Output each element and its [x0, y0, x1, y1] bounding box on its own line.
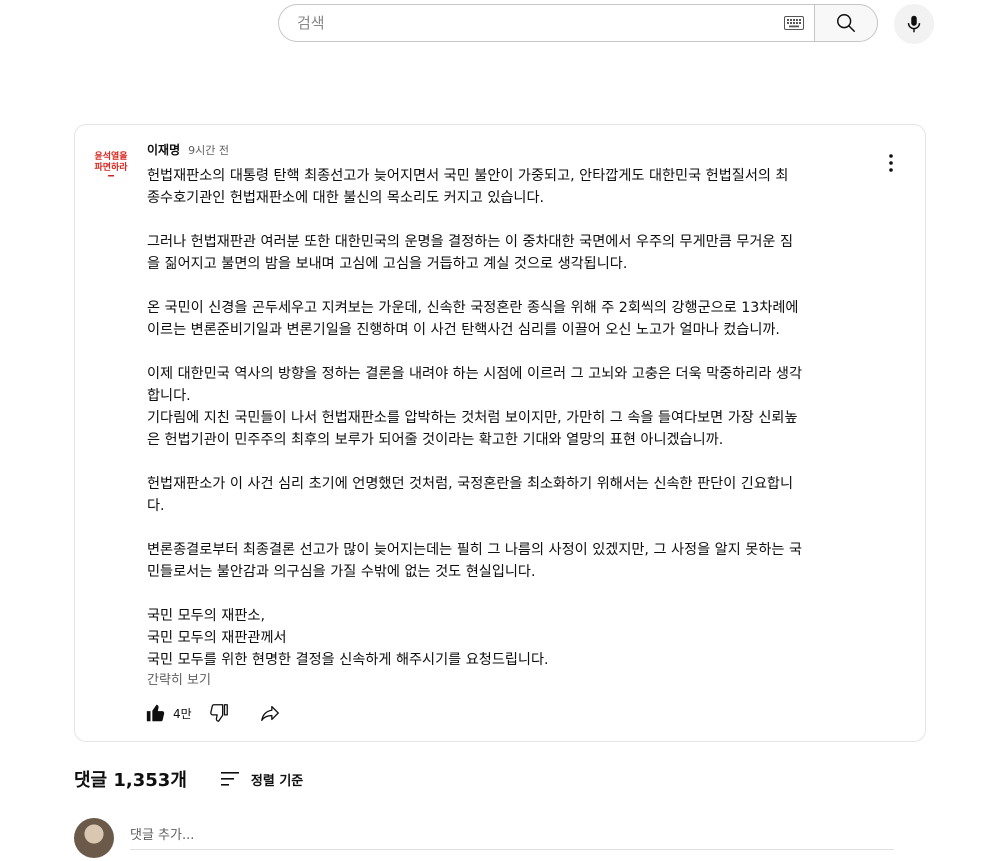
- like-count: 4만: [173, 706, 192, 721]
- post-line: 은 헌법기관이 민주주의 최후의 보루가 되어줄 것이라는 확고한 기대와 열망…: [147, 432, 724, 448]
- post-line: 종수호기관인 헌법재판소에 대한 불신의 목소리도 커지고 있습니다.: [147, 190, 545, 206]
- post-time[interactable]: 9시간 전: [188, 142, 229, 158]
- post-line: 이르는 변론준비기일과 변론기일을 진행하며 이 사건 탄핵사건 심리를 이끌어…: [147, 322, 780, 338]
- comment-input[interactable]: [130, 826, 894, 850]
- search-icon: [837, 14, 855, 32]
- comments-header: 댓글 1,353개 정렬 기준: [74, 766, 303, 792]
- community-post: 윤석열을 파면하라 이재명 9시간 전 헌법재판소의 대통령 탄핵 최종선고가 …: [74, 124, 926, 742]
- post-actions: 4만: [145, 701, 282, 725]
- mic-icon: [907, 15, 921, 33]
- post-line: 헌법재판소가 이 사건 심리 초기에 언명했던 것처럼, 국정혼란을 최소화하기…: [147, 476, 793, 492]
- keyboard-icon[interactable]: [784, 16, 804, 30]
- post-line: 국민 모두를 위한 현명한 결정을 신속하게 해주시기를 요청드립니다.: [147, 652, 549, 668]
- post-line: 국민 모두의 재판소,: [147, 608, 265, 624]
- author-name[interactable]: 이재명: [147, 141, 180, 158]
- show-less-link[interactable]: 간략히 보기: [147, 669, 211, 688]
- search-button[interactable]: [814, 4, 878, 42]
- logo-line-2: 파면하라: [94, 161, 128, 173]
- post-line: 기다림에 지친 국민들이 나서 헌법재판소를 압박하는 것처럼 보이지만, 가만…: [147, 410, 798, 426]
- add-comment-row: [74, 818, 894, 858]
- thumb-down-icon[interactable]: [208, 702, 230, 724]
- post-line: 다.: [147, 498, 165, 514]
- comment-count: 댓글 1,353개: [74, 770, 187, 791]
- post-line: 그러나 헌법재판관 여러분 또한 대한민국의 운명을 결정하는 이 중차대한 국…: [147, 234, 793, 250]
- sort-button[interactable]: 정렬 기준: [220, 770, 304, 789]
- post-header: 이재명 9시간 전: [147, 141, 229, 158]
- post-line: 합니다.: [147, 388, 191, 404]
- post-line: 이제 대한민국 역사의 방향을 정하는 결론을 내려야 하는 시점에 이르러 그…: [147, 366, 803, 382]
- logo-line-1: 윤석열을: [94, 150, 127, 162]
- post-body: 헌법재판소의 대통령 탄핵 최종선고가 늦어지면서 국민 불안이 가중되고, 안…: [147, 165, 875, 671]
- post-line: 국민 모두의 재판관께서: [147, 630, 287, 646]
- avatar: [74, 818, 114, 858]
- search-input[interactable]: [295, 7, 759, 39]
- search-bar: [278, 4, 878, 44]
- post-line: 온 국민이 신경을 곤두세우고 지켜보는 가운데, 신속한 국정혼란 종식을 위…: [147, 300, 799, 316]
- search-box: [278, 4, 814, 42]
- sort-label: 정렬 기준: [250, 773, 304, 789]
- thumb-up-icon[interactable]: [145, 702, 167, 724]
- post-line: 헌법재판소의 대통령 탄핵 최종선고가 늦어지면서 국민 불안이 가중되고, 안…: [147, 168, 789, 184]
- share-icon[interactable]: [258, 702, 282, 724]
- more-vert-icon[interactable]: [879, 151, 903, 175]
- channel-logo[interactable]: 윤석열을 파면하라: [91, 145, 131, 185]
- voice-search-button[interactable]: [894, 4, 934, 44]
- post-line: 변론종결로부터 최종결론 선고가 많이 늦어지는데는 필히 그 나름의 사정이 …: [147, 542, 803, 558]
- sort-icon: [220, 772, 239, 786]
- post-line: 을 짊어지고 불면의 밤을 보내며 고심에 고심을 거듭하고 계실 것으로 생각…: [147, 256, 628, 272]
- post-line: 민들로서는 불안감과 의구심을 가질 수밖에 없는 것도 현실입니다.: [147, 564, 536, 580]
